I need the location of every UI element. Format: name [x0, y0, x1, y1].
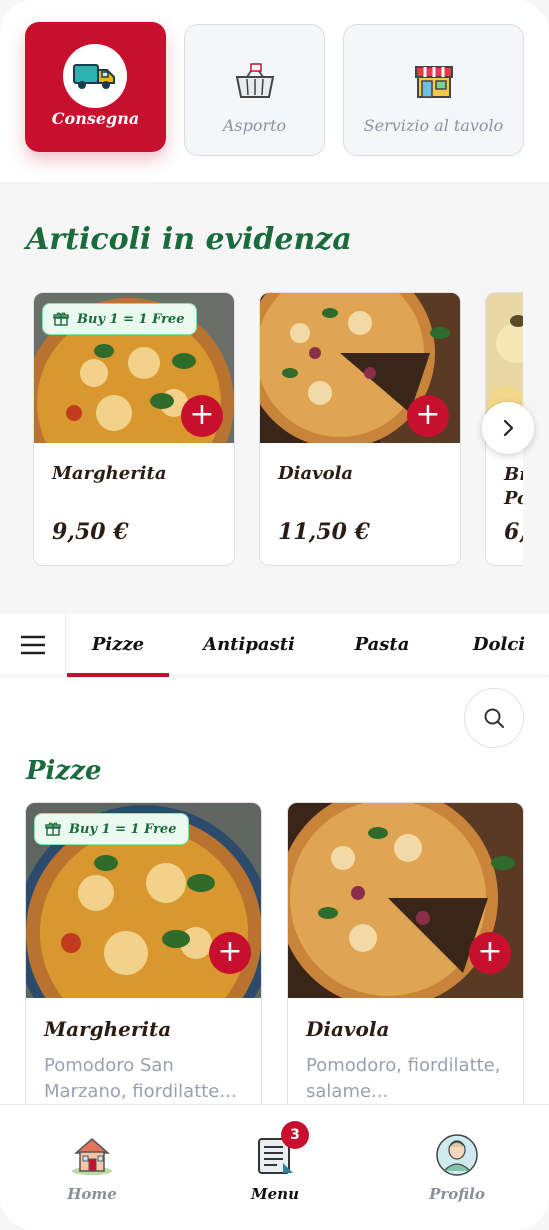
service-mode-selector: Consegna Asporto Servizio al tavolo — [0, 0, 549, 182]
diavola-image: + — [288, 803, 523, 998]
margherita-image: Buy 1 = 1 Free + — [26, 803, 261, 998]
nav-menu-label: Menu — [251, 1185, 299, 1203]
table-service-mode-label: Servizio al tavolo — [363, 116, 504, 135]
search-icon — [484, 708, 504, 728]
promo-badge: Buy 1 = 1 Free — [42, 303, 198, 335]
nav-profile[interactable]: Profilo — [377, 1105, 537, 1230]
promo-badge-label: Buy 1 = 1 Free — [69, 821, 177, 837]
home-icon — [72, 1138, 112, 1175]
chevron-right-icon — [503, 419, 514, 437]
add-to-cart-button[interactable]: + — [209, 932, 251, 974]
product-card-margherita[interactable]: Buy 1 = 1 Free + Margherita Pomodoro San… — [25, 802, 262, 1112]
profile-avatar-icon — [436, 1134, 478, 1176]
delivery-truck-icon — [63, 44, 127, 108]
featured-card-diavola[interactable]: + Diavola 11,50 € — [259, 292, 461, 566]
diavola-image: + — [260, 293, 460, 443]
table-service-mode-button[interactable]: Servizio al tavolo — [343, 24, 524, 156]
gift-icon — [53, 312, 69, 326]
nav-home[interactable]: Home — [12, 1105, 172, 1230]
tab-pizze[interactable]: Pizze — [67, 613, 169, 677]
categories-menu-button[interactable] — [0, 613, 66, 676]
tab-pasta[interactable]: Pasta — [340, 613, 424, 676]
shopping-basket-icon — [235, 63, 274, 98]
product-card-diavola[interactable]: + Diavola Pomodoro, fiordilatte, salame.… — [287, 802, 524, 1112]
tab-antipasti[interactable]: Antipasti — [195, 613, 303, 676]
bottom-navigation: Home 3 Menu Profilo — [0, 1104, 549, 1230]
restaurant-shop-icon — [414, 66, 453, 98]
featured-card-margherita[interactable]: Buy 1 = 1 Free + Margherita 9,50 € — [33, 292, 235, 566]
featured-item-name: Br Po — [504, 464, 523, 509]
featured-title: Articoli in evidenza — [26, 222, 352, 257]
search-button[interactable] — [464, 688, 524, 748]
featured-item-name: Diavola — [278, 463, 354, 484]
delivery-mode-button[interactable]: Consegna — [25, 22, 166, 152]
tab-dolci[interactable]: Dolci — [460, 613, 538, 676]
gift-icon — [45, 822, 61, 836]
category-tabs: Pizze Antipasti Pasta Dolci — [0, 612, 549, 677]
nav-profile-label: Profilo — [429, 1185, 485, 1203]
hamburger-icon — [20, 635, 45, 654]
takeaway-mode-button[interactable]: Asporto — [184, 24, 325, 156]
delivery-mode-label: Consegna — [51, 109, 140, 128]
add-to-cart-button[interactable]: + — [181, 395, 223, 437]
takeaway-mode-label: Asporto — [222, 116, 287, 135]
margherita-image: Buy 1 = 1 Free + — [34, 293, 234, 443]
promo-badge: Buy 1 = 1 Free — [34, 813, 190, 845]
featured-item-price: 9,50 € — [52, 519, 129, 545]
cart-count-badge: 3 — [281, 1121, 309, 1149]
nav-menu[interactable]: 3 Menu — [195, 1105, 355, 1230]
featured-item-price: 6, — [504, 519, 523, 545]
add-to-cart-button[interactable]: + — [407, 395, 449, 437]
featured-item-name: Margherita — [52, 463, 167, 484]
product-name: Diavola — [306, 1017, 390, 1041]
product-description: Pomodoro San Marzano, fiordilatte... — [44, 1055, 237, 1102]
product-description: Pomodoro, fiordilatte, salame... — [306, 1055, 501, 1102]
add-to-cart-button[interactable]: + — [469, 932, 511, 974]
product-name: Margherita — [44, 1017, 172, 1041]
list-section-title: Pizze — [26, 756, 102, 786]
carousel-next-button[interactable] — [482, 402, 534, 454]
featured-item-price: 11,50 € — [278, 519, 370, 545]
promo-badge-label: Buy 1 = 1 Free — [77, 311, 185, 327]
nav-home-label: Home — [67, 1185, 117, 1203]
featured-section: Articoli in evidenza Buy 1 = 1 Free + Ma… — [0, 182, 549, 612]
app-frame: Consegna Asporto Servizio al tavolo Arti… — [0, 0, 549, 1230]
